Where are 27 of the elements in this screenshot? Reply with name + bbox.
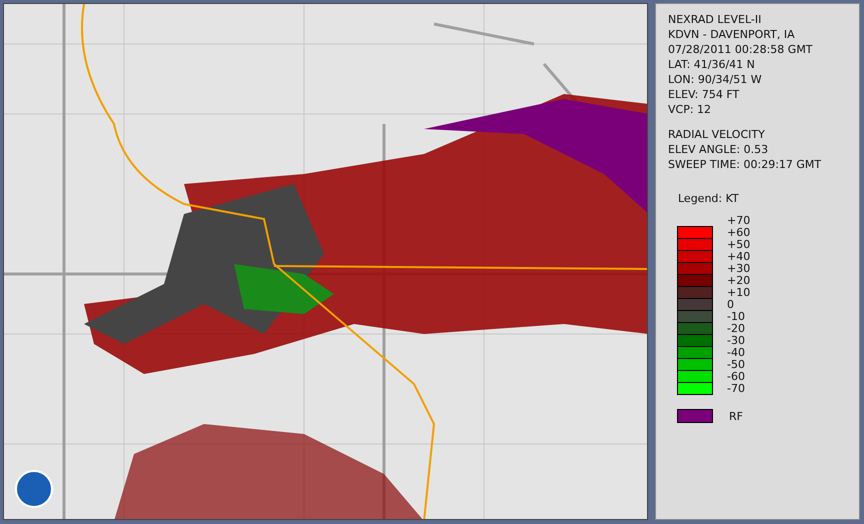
product-info-text: SWEEP TIME: 00:29:17 GMT: [668, 157, 822, 172]
station-info-text: LON: 90/34/51 W: [668, 72, 763, 87]
product-info-text: ELEV ANGLE: 0.53: [668, 142, 770, 157]
legend-label: 0: [727, 299, 735, 311]
legend-label: -50: [727, 359, 746, 371]
legend-label: +70: [727, 215, 750, 227]
product-info-text: RADIAL VELOCITY: [668, 127, 766, 142]
legend-label: +10: [727, 287, 750, 299]
legend-label: RF: [729, 410, 743, 422]
station-info-text: 07/28/2011 00:28:58 GMT: [668, 42, 814, 57]
legend-label: -40: [727, 347, 746, 359]
legend-label: +20: [727, 275, 750, 287]
station-info-text: LAT: 41/36/41 N: [668, 57, 756, 72]
legend-label: +30: [727, 263, 750, 275]
legend-label: -60: [727, 371, 746, 383]
legend-label: -70: [727, 383, 746, 395]
legend-label: +40: [727, 251, 750, 263]
legend-label: -10: [727, 311, 746, 323]
legend-label: -30: [727, 335, 746, 347]
legend-label: +60: [727, 227, 750, 239]
station-info-text: ELEV: 754 FT: [668, 87, 740, 102]
legend-label: -20: [727, 323, 746, 335]
station-info-text: NEXRAD LEVEL-II: [668, 12, 762, 27]
station-info-text: VCP: 12: [668, 102, 712, 117]
legend-label: +50: [727, 239, 750, 251]
legend-title: Legend: KT: [678, 192, 740, 205]
station-info-text: KDVN - DAVENPORT, IA: [668, 27, 796, 42]
